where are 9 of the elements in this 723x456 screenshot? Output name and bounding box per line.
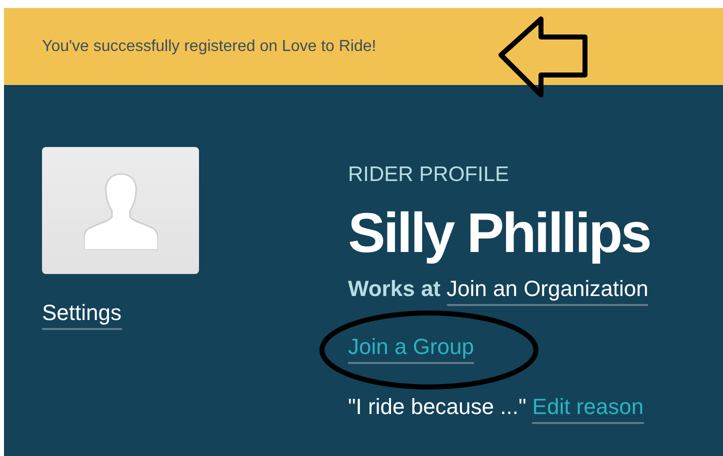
edit-reason-link[interactable]: Edit reason [532, 394, 644, 424]
works-at-label: Works at [348, 276, 441, 302]
settings-link[interactable]: Settings [42, 300, 122, 330]
rider-name: Silly Phillips [348, 200, 650, 266]
join-organization-link[interactable]: Join an Organization [446, 276, 648, 306]
success-message: You've successfully registered on Love to Ride! [42, 38, 376, 56]
ride-reason-text: "I ride because ..." [348, 394, 526, 420]
person-silhouette-icon [84, 172, 158, 250]
section-heading: RIDER PROFILE [348, 163, 510, 187]
